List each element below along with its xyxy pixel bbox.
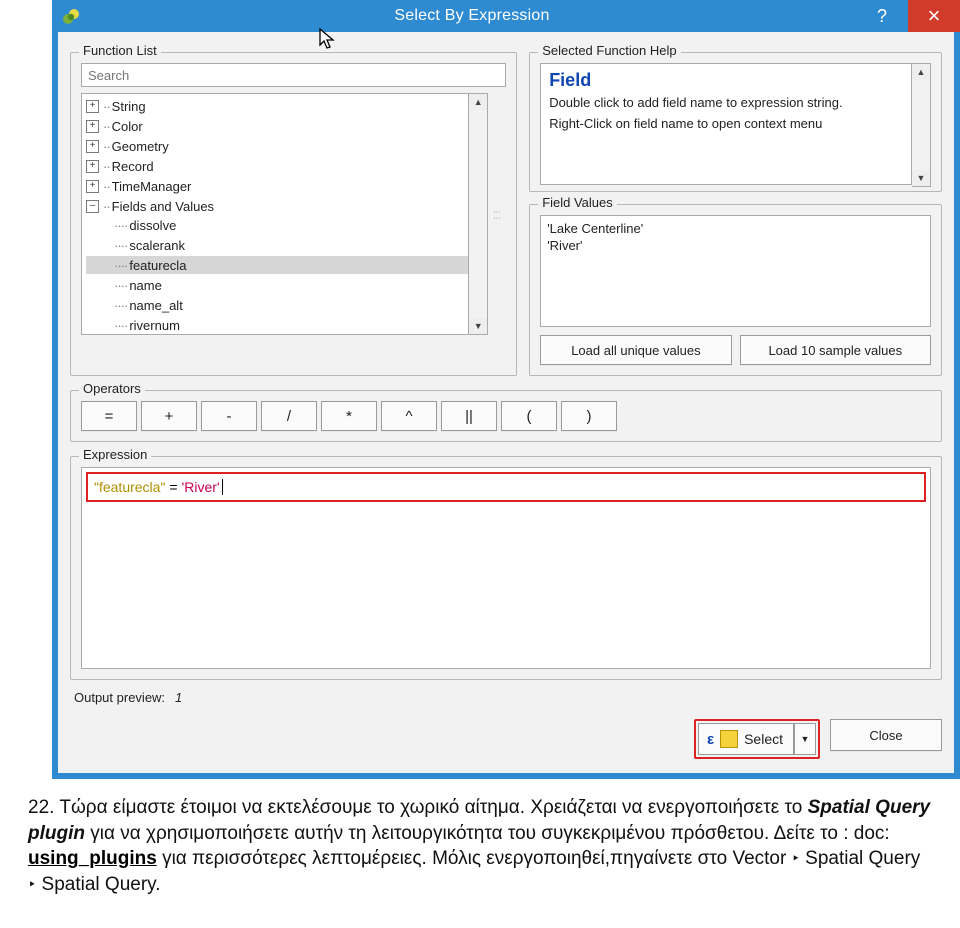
op-equals-button[interactable]: = — [81, 401, 137, 431]
expand-icon[interactable]: + — [86, 120, 99, 133]
help-button[interactable]: ? — [856, 0, 908, 32]
field-values-list[interactable]: 'Lake Centerline' 'River' — [540, 215, 931, 327]
tree-item-label: Color — [112, 119, 143, 134]
window-buttons: ? × — [856, 0, 960, 32]
epsilon-icon: ε — [707, 731, 714, 748]
scroll-down-icon[interactable]: ▼ — [912, 170, 930, 186]
triangle-icon: ‣ — [792, 850, 800, 866]
collapse-icon[interactable]: – — [86, 200, 99, 213]
op-open-paren-button[interactable]: ( — [501, 401, 557, 431]
chevron-down-icon: ▼ — [801, 734, 810, 744]
dialog-body: Function List +··String +··Color +··Geom… — [52, 32, 960, 779]
op-multiply-button[interactable]: * — [321, 401, 377, 431]
output-preview-value: 1 — [175, 690, 182, 705]
operators-legend: Operators — [79, 381, 145, 396]
tree-child[interactable]: ····dissolve — [86, 216, 468, 234]
op-minus-button[interactable]: - — [201, 401, 257, 431]
op-close-paren-button[interactable]: ) — [561, 401, 617, 431]
tree-item-label: Record — [112, 159, 154, 174]
text-caret-icon — [222, 479, 223, 495]
function-list-legend: Function List — [79, 43, 161, 58]
help-text-2: Right-Click on field name to open contex… — [549, 116, 905, 131]
scroll-down-icon[interactable]: ▼ — [469, 318, 487, 334]
help-text-1: Double click to add field name to expres… — [549, 95, 905, 110]
tree-item-label: TimeManager — [112, 179, 192, 194]
expand-icon[interactable]: + — [86, 160, 99, 173]
scroll-up-icon[interactable]: ▲ — [469, 94, 487, 110]
tree-item-label: String — [112, 99, 146, 114]
help-scrollbar[interactable]: ▲ ▼ — [912, 63, 931, 187]
expand-icon[interactable]: + — [86, 140, 99, 153]
expression-field-token: "featurecla" — [94, 479, 165, 495]
expression-editor[interactable]: "featurecla" = 'River' — [81, 467, 931, 669]
function-list-group: Function List +··String +··Color +··Geom… — [70, 52, 517, 376]
load-sample-values-button[interactable]: Load 10 sample values — [740, 335, 931, 365]
expression-group: Expression "featurecla" = 'River' — [70, 456, 942, 680]
tree-item-label: Fields and Values — [112, 199, 214, 214]
select-button[interactable]: ε Select — [698, 723, 794, 755]
step-number: 22. — [28, 797, 59, 818]
expression-legend: Expression — [79, 447, 151, 462]
close-button[interactable]: Close — [830, 719, 942, 751]
op-concat-button[interactable]: || — [441, 401, 497, 431]
load-all-unique-values-button[interactable]: Load all unique values — [540, 335, 731, 365]
operators-group: Operators = + - / * ^ || ( ) — [70, 390, 942, 442]
scroll-up-icon[interactable]: ▲ — [912, 64, 930, 80]
op-divide-button[interactable]: / — [261, 401, 317, 431]
expand-icon[interactable]: + — [86, 180, 99, 193]
select-dropdown-button[interactable]: ▼ — [794, 723, 816, 755]
splitter-handle[interactable]: ⋮⋮ — [492, 93, 502, 335]
op-power-button[interactable]: ^ — [381, 401, 437, 431]
search-input[interactable] — [81, 63, 506, 87]
select-icon — [720, 730, 738, 748]
field-value-item[interactable]: 'Lake Centerline' — [547, 220, 924, 237]
output-preview: Output preview: 1 — [74, 690, 942, 705]
tree-child[interactable]: ····scalerank — [86, 236, 468, 254]
app-icon — [62, 7, 80, 25]
instruction-paragraph: 22. Τώρα είμαστε έτοιμοι να εκτελέσουμε … — [28, 795, 932, 898]
op-plus-button[interactable]: + — [141, 401, 197, 431]
field-values-group: Field Values 'Lake Centerline' 'River' L… — [529, 204, 942, 376]
expression-highlight: "featurecla" = 'River' — [86, 472, 926, 502]
window-title: Select By Expression — [88, 7, 856, 25]
titlebar: Select By Expression ? × — [52, 0, 960, 32]
field-values-legend: Field Values — [538, 195, 617, 210]
help-title: Field — [549, 70, 905, 91]
selected-function-help-group: Selected Function Help Field Double clic… — [529, 52, 942, 192]
using-plugins-link[interactable]: using_plugins — [28, 848, 157, 869]
close-window-button[interactable]: × — [908, 0, 960, 32]
tree-child[interactable]: ····rivernum — [86, 316, 468, 334]
function-tree[interactable]: +··String +··Color +··Geometry +··Record… — [81, 93, 469, 335]
tree-scrollbar[interactable]: ▲ ▼ — [469, 93, 488, 335]
field-value-item[interactable]: 'River' — [547, 237, 924, 254]
expression-string-token: 'River' — [182, 479, 220, 495]
expression-eq-token: = — [169, 479, 177, 495]
expand-icon[interactable]: + — [86, 100, 99, 113]
tree-item-label: Geometry — [112, 139, 169, 154]
triangle-icon: ‣ — [28, 876, 36, 892]
output-preview-label: Output preview: — [74, 690, 165, 705]
help-legend: Selected Function Help — [538, 43, 680, 58]
tree-child-selected[interactable]: ····featurecla — [86, 256, 468, 274]
tree-child[interactable]: ····name — [86, 276, 468, 294]
select-button-highlight: ε Select ▼ — [694, 719, 820, 759]
tree-child[interactable]: ····name_alt — [86, 296, 468, 314]
select-button-label: Select — [744, 731, 783, 747]
help-pane: Field Double click to add field name to … — [540, 63, 912, 185]
